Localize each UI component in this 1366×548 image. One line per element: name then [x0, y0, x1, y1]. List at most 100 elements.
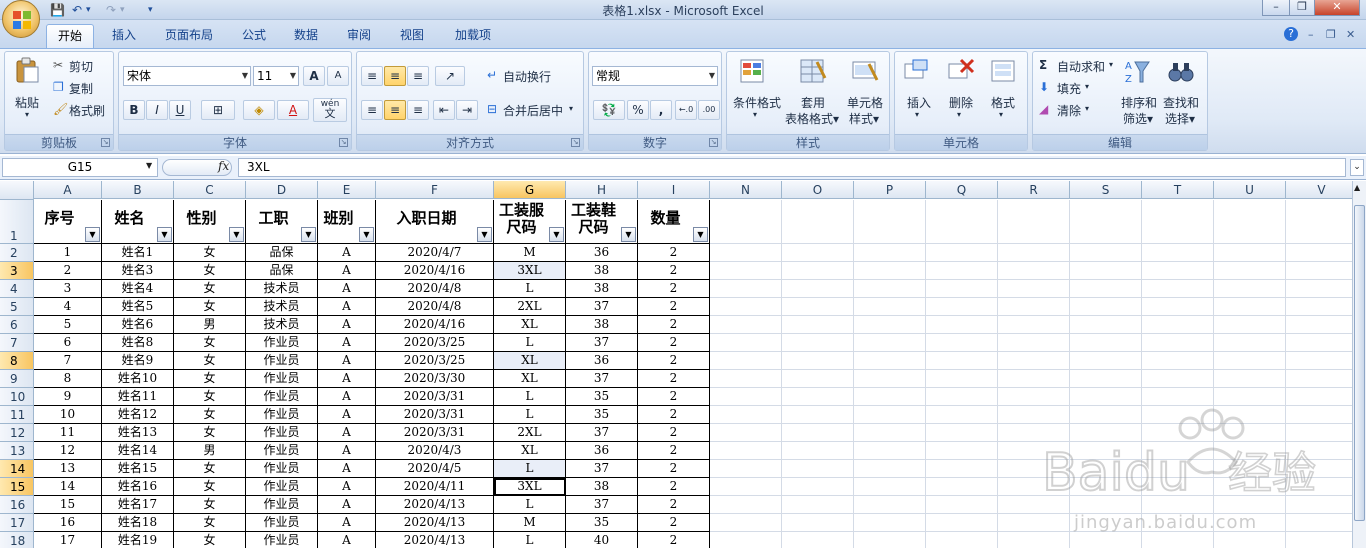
empty-cell[interactable]: [710, 280, 782, 298]
increase-decimal-button[interactable]: ←.0: [675, 100, 697, 120]
table-cell[interactable]: 女: [174, 424, 246, 442]
row-header-2[interactable]: 2: [0, 244, 34, 262]
table-cell[interactable]: 37: [566, 334, 638, 352]
empty-cell[interactable]: [782, 424, 854, 442]
filter-dropdown-icon[interactable]: ▼: [549, 227, 564, 242]
empty-cell[interactable]: [854, 388, 926, 406]
table-cell[interactable]: 姓名6: [102, 316, 174, 334]
column-header-C[interactable]: C: [174, 181, 246, 199]
empty-cell[interactable]: [926, 316, 998, 334]
autosum-button[interactable]: 自动求和: [1057, 58, 1105, 75]
table-cell[interactable]: 姓名4: [102, 280, 174, 298]
clear-button[interactable]: 清除: [1057, 102, 1081, 119]
table-cell[interactable]: A: [318, 460, 376, 478]
empty-cell[interactable]: [1070, 532, 1142, 548]
copy-button[interactable]: 复制: [69, 80, 93, 97]
empty-cell[interactable]: [782, 244, 854, 262]
table-cell[interactable]: A: [318, 298, 376, 316]
table-cell[interactable]: 6: [34, 334, 102, 352]
worksheet-grid[interactable]: ABCDEFGHINOPQRSTUV 1 2 3 4 5 6 7 8 9 10 11 12 13 14 15…: [0, 181, 1352, 548]
table-cell[interactable]: L: [494, 388, 566, 406]
empty-cell[interactable]: [1286, 424, 1352, 442]
table-header-cell[interactable]: 工装服 尺码 ▼: [494, 200, 566, 244]
table-cell[interactable]: 2020/3/31: [376, 388, 494, 406]
table-cell[interactable]: 2: [638, 334, 710, 352]
table-cell[interactable]: 品保: [246, 244, 318, 262]
column-header-N[interactable]: N: [710, 181, 782, 199]
empty-cell[interactable]: [782, 298, 854, 316]
phonetic-button[interactable]: wén 文: [313, 98, 347, 122]
empty-cell[interactable]: [1286, 280, 1352, 298]
tab-addins[interactable]: 加载项: [444, 24, 502, 48]
table-cell[interactable]: 38: [566, 478, 638, 496]
table-cell[interactable]: 8: [34, 370, 102, 388]
fill-color-button[interactable]: ◈: [243, 100, 275, 120]
table-cell[interactable]: 男: [174, 316, 246, 334]
filter-dropdown-icon[interactable]: ▼: [301, 227, 316, 242]
tab-review[interactable]: 审阅: [337, 24, 381, 48]
table-header-cell[interactable]: 工职 ▼: [246, 200, 318, 244]
table-cell[interactable]: A: [318, 262, 376, 280]
table-cell[interactable]: 38: [566, 262, 638, 280]
row-header-9[interactable]: 9: [0, 370, 34, 388]
empty-cell[interactable]: [998, 334, 1070, 352]
table-cell[interactable]: L: [494, 334, 566, 352]
empty-cell[interactable]: [1214, 424, 1286, 442]
table-cell[interactable]: 2: [638, 352, 710, 370]
table-cell[interactable]: 2: [638, 316, 710, 334]
table-cell[interactable]: 2020/4/3: [376, 442, 494, 460]
table-cell[interactable]: 作业员: [246, 334, 318, 352]
table-cell[interactable]: XL: [494, 316, 566, 334]
table-cell[interactable]: A: [318, 406, 376, 424]
empty-cell[interactable]: [926, 514, 998, 532]
empty-cell[interactable]: [1286, 370, 1352, 388]
empty-cell[interactable]: [710, 334, 782, 352]
table-cell[interactable]: 37: [566, 460, 638, 478]
table-cell[interactable]: 2XL: [494, 424, 566, 442]
empty-cell[interactable]: [1142, 424, 1214, 442]
empty-cell[interactable]: [854, 442, 926, 460]
table-cell[interactable]: 13: [34, 460, 102, 478]
table-cell[interactable]: 作业员: [246, 388, 318, 406]
table-cell[interactable]: 作业员: [246, 496, 318, 514]
empty-cell[interactable]: [1286, 388, 1352, 406]
table-cell[interactable]: 2: [638, 262, 710, 280]
orientation-icon[interactable]: ↗: [435, 66, 465, 86]
font-color-button[interactable]: A: [277, 100, 309, 120]
column-header-E[interactable]: E: [318, 181, 376, 199]
scroll-thumb[interactable]: [1354, 205, 1365, 521]
table-header-cell[interactable]: 入职日期 ▼: [376, 200, 494, 244]
table-cell[interactable]: 5: [34, 316, 102, 334]
undo-icon[interactable]: ↶: [72, 2, 82, 18]
table-cell[interactable]: 4: [34, 298, 102, 316]
empty-cell[interactable]: [1070, 352, 1142, 370]
empty-cell[interactable]: [1070, 406, 1142, 424]
table-cell[interactable]: 作业员: [246, 442, 318, 460]
table-cell[interactable]: 姓名17: [102, 496, 174, 514]
row-header-12[interactable]: 12: [0, 424, 34, 442]
row-header-5[interactable]: 5: [0, 298, 34, 316]
table-cell[interactable]: 12: [34, 442, 102, 460]
empty-cell[interactable]: [1214, 370, 1286, 388]
table-cell[interactable]: 技术员: [246, 298, 318, 316]
empty-cell[interactable]: [1142, 200, 1214, 244]
format-dropdown-icon[interactable]: ▾: [999, 110, 1003, 119]
column-header-I[interactable]: I: [638, 181, 710, 199]
table-header-cell[interactable]: 性别 ▼: [174, 200, 246, 244]
table-cell[interactable]: 2020/4/5: [376, 460, 494, 478]
wrap-text-button[interactable]: 自动换行: [503, 68, 551, 85]
empty-cell[interactable]: [1142, 388, 1214, 406]
empty-cell[interactable]: [710, 442, 782, 460]
table-cell[interactable]: 2020/4/8: [376, 280, 494, 298]
empty-cell[interactable]: [710, 514, 782, 532]
table-cell[interactable]: A: [318, 532, 376, 548]
tab-view[interactable]: 视图: [390, 24, 434, 48]
table-cell[interactable]: 男: [174, 442, 246, 460]
empty-cell[interactable]: [1286, 334, 1352, 352]
empty-cell[interactable]: [782, 334, 854, 352]
table-cell[interactable]: M: [494, 514, 566, 532]
table-cell[interactable]: 姓名11: [102, 388, 174, 406]
empty-cell[interactable]: [710, 496, 782, 514]
table-cell[interactable]: 2020/3/25: [376, 334, 494, 352]
merge-center-button[interactable]: 合并后居中: [503, 102, 563, 119]
